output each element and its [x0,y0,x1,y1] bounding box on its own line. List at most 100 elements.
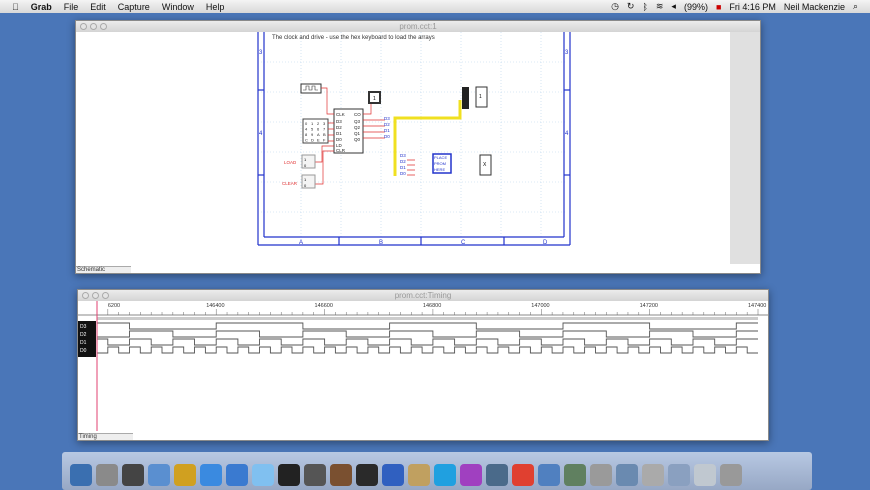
dock-app-icon[interactable] [616,464,638,486]
dock-app-icon[interactable] [408,464,430,486]
constant-one[interactable]: 1 [368,91,381,104]
dock-app-icon[interactable] [434,464,456,486]
dock-app-icon[interactable] [460,464,482,486]
dock [62,452,812,490]
dock-app-icon[interactable] [590,464,612,486]
hex-display-1[interactable]: 1 [475,86,488,108]
schematic-window: prom.cct:1 The clock and drive - use the… [75,20,761,274]
dock-app-icon[interactable] [486,464,508,486]
menu-edit[interactable]: Edit [90,2,106,12]
timing-window: prom.cct:Timing 6200 146400 146600 146800 14… [77,289,769,441]
pin-label: CLR [336,148,346,153]
title-bar[interactable]: prom.cct:Timing [78,290,768,301]
time-tick-label: 147400 [748,303,766,309]
signal-name[interactable]: D3 [80,324,87,330]
menu-bar:  Grab File Edit Capture Window Help ◷ ↻… [0,0,870,13]
waveform-d1 [97,338,758,346]
keypad-key[interactable]: A [317,132,320,137]
dock-app-icon[interactable] [382,464,404,486]
vertical-scrollbar[interactable] [730,32,760,264]
dock-app-icon[interactable] [200,464,222,486]
menu-capture[interactable]: Capture [118,2,150,12]
prom-label: HERE [434,167,445,172]
dock-app-icon[interactable] [356,464,378,486]
hex-keypad[interactable]: 0 1 2 34 5 6 78 9 A BC D E F [302,118,329,144]
menu-help[interactable]: Help [206,2,225,12]
dock-app-icon[interactable] [694,464,716,486]
keypad-key[interactable]: E [317,138,320,143]
signal-name[interactable]: D0 [80,348,87,354]
bus-label: D0 [400,171,406,176]
prom-placeholder[interactable]: PLACE PROM HERE [432,153,452,174]
sync-icon[interactable]: ↻ [627,1,635,12]
signal-name[interactable]: D2 [80,332,87,338]
wifi-icon[interactable]: ≋ [656,1,664,12]
volume-icon[interactable]: ◂ [671,1,676,12]
bus-label: D3 [384,116,390,121]
counter-chip[interactable]: CLK D3 D2 D1 D0 LD CLR CO Q3 Q2 Q1 Q0 [333,108,364,154]
dock-app-icon[interactable] [642,464,664,486]
clear-switch[interactable]: 10 [301,174,316,189]
bus-label: D0 [384,134,390,139]
dock-app-icon[interactable] [252,464,274,486]
dock-app-icon[interactable] [96,464,118,486]
clock-generator[interactable] [300,83,322,94]
menu-window[interactable]: Window [162,2,194,12]
dock-app-icon[interactable] [304,464,326,486]
dock-app-icon[interactable] [512,464,534,486]
pin-label: Q2 [354,125,361,130]
hex-display-2[interactable]: X [479,154,492,176]
status-label: Timing [78,433,133,440]
time-machine-icon[interactable]: ◷ [611,1,619,12]
pin-label: D0 [336,137,342,142]
signal-name[interactable]: D1 [80,340,87,346]
dock-app-icon[interactable] [668,464,690,486]
dock-app-icon[interactable] [70,464,92,486]
time-tick-label: 6200 [108,303,120,309]
keypad-key[interactable]: D [311,138,314,143]
row-label: 4 [565,131,569,137]
keypad-key[interactable]: B [323,132,326,137]
title-bar[interactable]: prom.cct:1 [76,21,760,32]
spotlight-icon[interactable]: ⌕ [853,1,858,12]
switch-label-load: LOAD [284,160,297,165]
dock-app-icon[interactable] [330,464,352,486]
bluetooth-icon[interactable]: ᛒ [642,2,647,12]
timing-diagram[interactable]: 6200 146400 146600 146800 147000 147200 147400… [78,301,768,431]
prom-label: PROM [434,161,446,166]
apple-menu-icon[interactable]:  [12,2,19,12]
dock-app-icon[interactable] [174,464,196,486]
dock-app-icon[interactable] [538,464,560,486]
dock-app-icon[interactable] [564,464,586,486]
pin-label: Q3 [354,119,361,124]
user-name[interactable]: Neil Mackenzie [784,2,845,12]
switch-label-clear: CLEAR [282,181,298,186]
flag-icon[interactable]: ■ [716,2,721,12]
window-title: prom.cct:Timing [394,291,452,300]
col-label: D [543,240,548,246]
schematic-canvas[interactable]: The clock and drive - use the hex keyboa… [76,32,732,265]
pin-label: Q1 [354,131,361,136]
pin-label: CO [354,112,361,117]
dock-app-icon[interactable] [148,464,170,486]
col-label: A [299,240,303,246]
time-tick-label: 147200 [640,303,658,309]
load-switch[interactable]: 10 [301,154,316,169]
pin-label: D3 [336,119,342,124]
time-tick-label: 146600 [315,303,333,309]
menu-app[interactable]: Grab [31,2,52,12]
dock-app-icon[interactable] [278,464,300,486]
menu-file[interactable]: File [64,2,79,12]
clock[interactable]: Fri 4:16 PM [729,2,776,12]
col-label: C [461,240,466,246]
row-label: 4 [259,131,263,137]
bus-label: D1 [384,128,390,133]
time-scrollbar[interactable] [97,317,758,320]
dock-app-icon[interactable] [122,464,144,486]
bus-label: D1 [400,165,406,170]
battery-status[interactable]: (99%) [684,2,708,12]
dock-app-icon[interactable] [226,464,248,486]
keypad-key[interactable]: C [305,138,308,143]
dock-app-icon[interactable] [720,464,742,486]
waveform-d3 [97,322,758,330]
